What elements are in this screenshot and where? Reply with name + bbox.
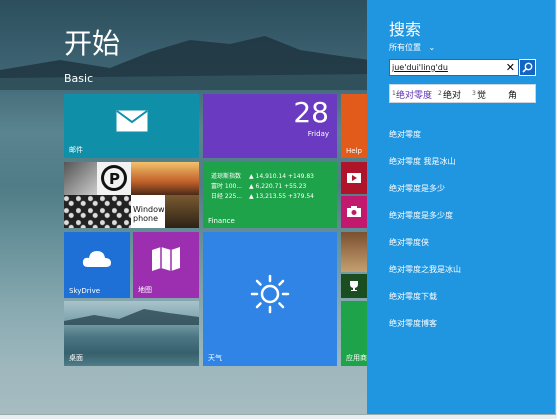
tile-mail-label: 邮件 [69,146,83,154]
search-go-button[interactable] [519,59,536,76]
ime-candidate[interactable]: 觉 [477,88,486,101]
mountain-silhouette [0,36,370,90]
tile-photos[interactable]: P Windows phone [64,162,199,228]
tile-maps[interactable]: 地图 [133,232,199,298]
photo-car [165,195,199,228]
ime-candidate-num: 3 [472,90,476,97]
ime-candidate[interactable]: 绝对 [443,88,461,101]
trophy-icon [350,281,358,291]
search-suggestion[interactable]: 绝对零度下载 [389,291,437,302]
search-pane: 搜索 所有位置 ⌄ ✕ 1 绝对零度 2 绝对 3 觉 角 绝对零度 绝对零度 … [367,0,555,414]
tile-camera[interactable] [341,196,367,228]
finance-row-0: 道琼斯指数 ▲ 14,910.14 +149.83 [211,171,314,180]
chevron-down-icon: ⌄ [428,43,436,52]
mail-icon [116,110,148,132]
user-name[interactable]: Basic [64,72,93,85]
tile-store-label: 应用商 [346,354,367,362]
tile-video[interactable] [341,162,367,194]
photo-bw-logo: P [97,162,131,195]
tile-mail[interactable]: 邮件 [64,94,199,158]
photo-portrait [64,162,97,195]
phone-text: phone [133,214,159,223]
search-icon [522,62,533,73]
tile-finance[interactable]: 道琼斯指数 ▲ 14,910.14 +149.83 富时 100... ▲ 6,22… [203,162,337,228]
search-suggestion[interactable]: 绝对零度博客 [389,318,437,329]
search-suggestion[interactable]: 绝对零度是多少 [389,183,445,194]
tile-store[interactable]: 应用商 [341,301,367,366]
video-icon [347,173,361,183]
search-box[interactable]: ✕ [389,59,519,76]
photo-windows-phone: Windows phone [131,195,169,228]
tile-weather[interactable]: 天气 [203,232,337,366]
finance-value: ▲ 14,910.14 +149.83 [249,173,314,180]
tile-calendar[interactable]: 28 Friday [203,94,337,158]
ime-candidate[interactable]: 角 [508,88,517,101]
search-suggestion[interactable]: 绝对零度是多少度 [389,210,453,221]
search-scope-dropdown[interactable]: 所有位置 ⌄ [389,42,435,53]
tile-finance-label: Finance [208,217,235,225]
tile-desktop-label: 桌面 [69,354,83,362]
search-suggestion[interactable]: 绝对零度 [389,129,421,140]
tile-games[interactable] [341,274,367,298]
photo-pattern [64,195,131,228]
search-suggestion[interactable]: 绝对零度侠 [389,237,429,248]
ime-candidate-num: 2 [438,90,442,97]
start-title: 开始 [64,27,121,60]
start-screen: 开始 Basic 邮件 28 Friday Help P Windows pho… [0,0,556,415]
tile-maps-label: 地图 [138,286,152,294]
search-scope-label: 所有位置 [389,43,421,52]
cloud-icon [82,251,111,267]
search-pane-title: 搜索 [389,20,422,39]
calendar-weekday: Friday [307,130,329,138]
tile-desktop[interactable]: 桌面 [64,301,199,366]
camera-icon [347,206,361,217]
tile-help[interactable]: Help [341,94,367,158]
ime-candidate-bar: 1 绝对零度 2 绝对 3 觉 角 [389,84,536,103]
tile-weather-label: 天气 [208,354,222,362]
search-suggestion[interactable]: 绝对零度之我是冰山 [389,264,461,275]
windows-text: Windows [133,205,169,214]
search-suggestion[interactable]: 绝对零度 我是冰山 [389,156,456,167]
finance-name: 日经 225... [211,193,243,200]
finance-value: ▲ 13,213.55 +379.54 [249,193,314,200]
finance-row-2: 日经 225... ▲ 13,213.55 +379.54 [211,191,314,200]
tile-help-label: Help [346,147,362,155]
finance-row-1: 富时 100... ▲ 6,220.71 +55.23 [211,181,306,190]
tile-skydrive-label: SkyDrive [69,287,101,295]
finance-name: 富时 100... [211,183,243,190]
desktop-wallpaper [64,309,199,325]
finance-value: ▲ 6,220.71 +55.23 [249,183,307,190]
finance-name: 道琼斯指数 [211,173,242,180]
p-logo-icon: P [101,165,127,191]
photo-sunset [131,162,199,195]
search-input[interactable] [392,61,496,74]
calendar-day-number: 28 [293,96,329,129]
svg-text:P: P [109,170,120,188]
ime-candidate[interactable]: 绝对零度 [396,88,432,101]
sun-icon [250,274,290,314]
tile-people[interactable] [341,232,367,272]
map-icon [152,247,180,271]
tile-skydrive[interactable]: SkyDrive [64,232,130,298]
clear-icon[interactable]: ✕ [506,60,515,75]
